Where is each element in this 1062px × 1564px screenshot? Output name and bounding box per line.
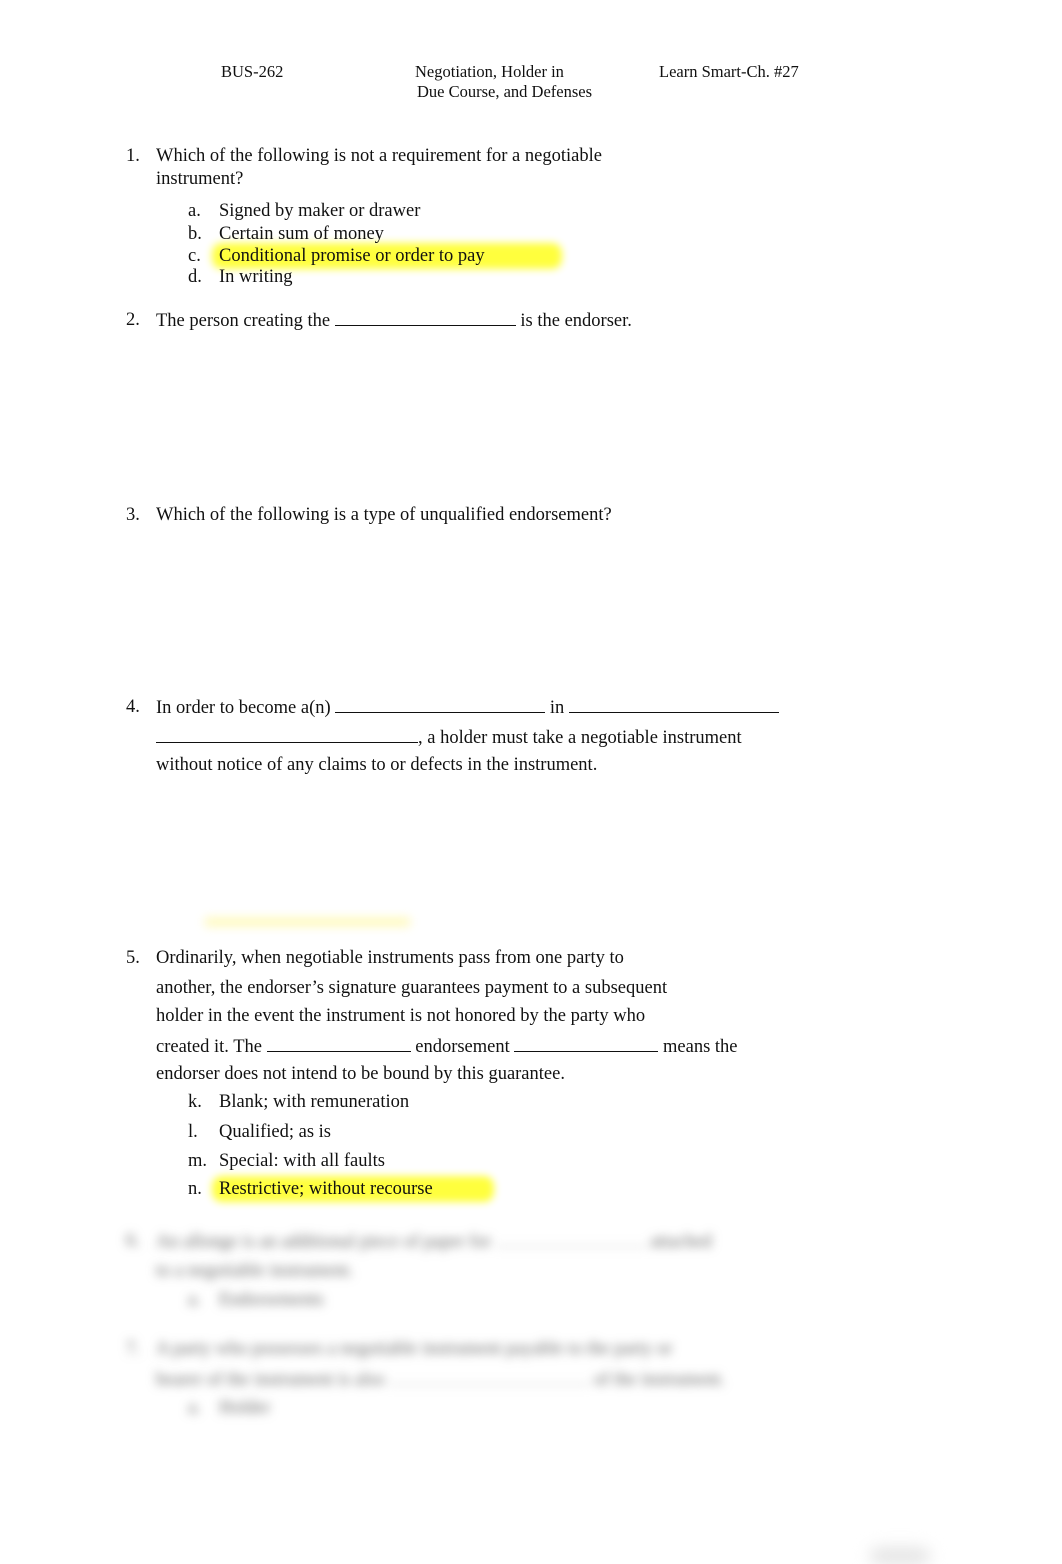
fill-in-blank[interactable] <box>156 726 418 743</box>
option-text-highlighted: Conditional promise or order to pay <box>219 246 485 266</box>
option-letter: c. <box>188 246 201 266</box>
faint-highlight-mark <box>205 918 410 926</box>
blurred-text-line: An allonge is an additional piece of pap… <box>156 1230 712 1253</box>
blurred-option: Holder <box>219 1398 271 1418</box>
question-number: 7. <box>126 1339 140 1359</box>
question-number: 3. <box>126 505 140 525</box>
question-text-part: In order to become a(n) <box>156 698 331 718</box>
fill-in-blank[interactable] <box>266 1035 411 1052</box>
blurred-text: bearer of the instrument is also <box>156 1370 385 1390</box>
question-text-line: In order to become a(n) in <box>156 696 779 719</box>
blurred-option: Endorsements <box>219 1290 324 1310</box>
option-letter: m. <box>188 1151 208 1171</box>
document-title-line2: Due Course, and Defenses <box>417 82 593 101</box>
chapter-label: Learn Smart-Ch. #27 <box>659 62 799 81</box>
option-letter: b. <box>188 224 202 244</box>
option-text: Special: with all faults <box>219 1151 385 1171</box>
question-text-line: , a holder must take a negotiable instru… <box>156 726 742 749</box>
question-text-part: in <box>549 698 565 718</box>
question-text-before: The person creating the <box>156 311 331 331</box>
question-text: The person creating the is the endorser. <box>156 309 632 332</box>
document-title-line1: Negotiation, Holder in <box>415 62 564 81</box>
question-text: Which of the following is a type of unqu… <box>156 505 612 525</box>
blurred-text-line: A party who possesses a negotiable instr… <box>156 1339 673 1359</box>
question-text-line: Which of the following is not a requirem… <box>156 146 602 166</box>
question-text-part: endorsement <box>415 1037 510 1057</box>
option-letter: l. <box>188 1122 198 1142</box>
blurred-text: attached <box>650 1232 712 1252</box>
question-text-line: another, the endorser’s signature guaran… <box>156 978 668 998</box>
course-code: BUS-262 <box>221 62 284 81</box>
fill-in-blank[interactable] <box>568 696 779 713</box>
option-text: Qualified; as is <box>219 1122 332 1142</box>
blurred-text-line: bearer of the instrument is also of the … <box>156 1368 725 1391</box>
option-letter: k. <box>188 1092 202 1112</box>
question-number: 6. <box>126 1231 140 1251</box>
fill-in-blank <box>389 1368 590 1385</box>
question-text-part: means the <box>663 1037 738 1057</box>
option-text: In writing <box>219 267 293 287</box>
option-text: Blank; with remuneration <box>219 1092 410 1112</box>
option-text: Signed by maker or drawer <box>219 201 421 221</box>
option-letter: a. <box>188 1398 201 1418</box>
question-text-after: is the endorser. <box>520 311 632 331</box>
option-letter: a. <box>188 1290 201 1310</box>
option-letter: a. <box>188 201 201 221</box>
question-text-line: Ordinarily, when negotiable instruments … <box>156 948 624 968</box>
page-corner-mark <box>870 1548 930 1564</box>
fill-in-blank <box>495 1230 646 1247</box>
question-number: 1. <box>126 146 140 166</box>
question-number: 4. <box>126 697 140 717</box>
question-text-part: created it. The <box>156 1037 262 1057</box>
fill-in-blank[interactable] <box>335 696 546 713</box>
question-text-line: holder in the event the instrument is no… <box>156 1006 646 1026</box>
blurred-text: An allonge is an additional piece of pap… <box>156 1232 491 1252</box>
question-text-line: instrument? <box>156 169 244 189</box>
question-text-line: without notice of any claims to or defec… <box>156 755 598 775</box>
question-text-line: endorser does not intend to be bound by … <box>156 1064 565 1084</box>
blurred-text-line: to a negotiable instrument. <box>156 1261 354 1281</box>
question-number: 5. <box>126 948 140 968</box>
fill-in-blank[interactable] <box>334 309 516 326</box>
option-letter: d. <box>188 267 202 287</box>
question-text-part: , a holder must take a negotiable instru… <box>418 728 742 748</box>
fill-in-blank[interactable] <box>514 1035 659 1052</box>
question-text-line: created it. The endorsement means the <box>156 1035 738 1058</box>
question-number: 2. <box>126 310 140 330</box>
option-letter: n. <box>188 1179 202 1199</box>
blurred-text: of the instrument. <box>593 1370 725 1390</box>
option-text-highlighted: Restrictive; without recourse <box>219 1179 433 1199</box>
option-text: Certain sum of money <box>219 224 384 244</box>
